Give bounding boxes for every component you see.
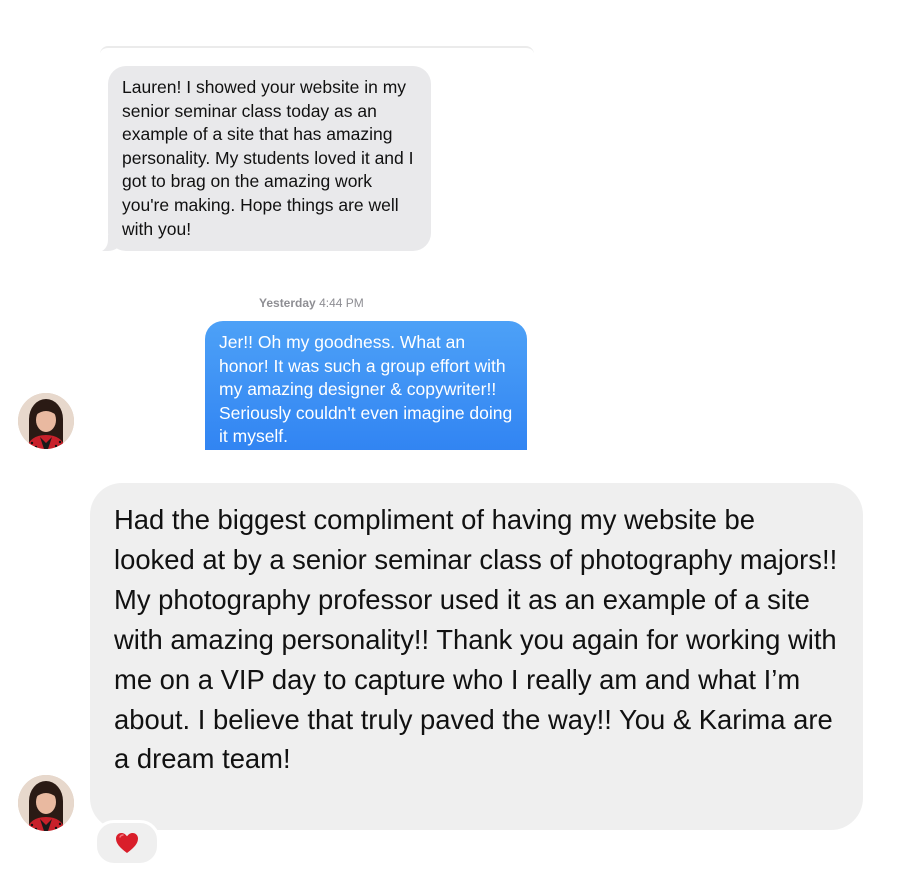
sender-avatar[interactable]	[18, 393, 74, 449]
outgoing-imessage-text: Jer!! Oh my goodness. What an honor! It …	[219, 332, 513, 447]
timestamp-day: Yesterday	[259, 296, 316, 310]
screenshot-top-edge	[100, 46, 534, 54]
profile-photo-icon	[18, 393, 74, 449]
incoming-imessage-text: Lauren! I showed your website in my seni…	[122, 77, 414, 239]
dm-message-bubble[interactable]: Had the biggest compliment of having my …	[90, 483, 863, 830]
outgoing-imessage-bubble: Jer!! Oh my goodness. What an honor! It …	[205, 321, 527, 450]
profile-photo-icon	[18, 775, 74, 831]
imessage-screenshot: Lauren! I showed your website in my seni…	[100, 42, 540, 450]
sender-avatar-2[interactable]	[18, 775, 74, 831]
heart-reaction[interactable]	[94, 820, 160, 866]
timestamp-time: 4:44 PM	[319, 296, 364, 310]
imessage-timestamp: Yesterday 4:44 PM	[259, 296, 364, 310]
dm-message-text: Had the biggest compliment of having my …	[114, 504, 838, 775]
red-heart-icon	[116, 833, 138, 853]
incoming-imessage-bubble: Lauren! I showed your website in my seni…	[100, 66, 431, 253]
